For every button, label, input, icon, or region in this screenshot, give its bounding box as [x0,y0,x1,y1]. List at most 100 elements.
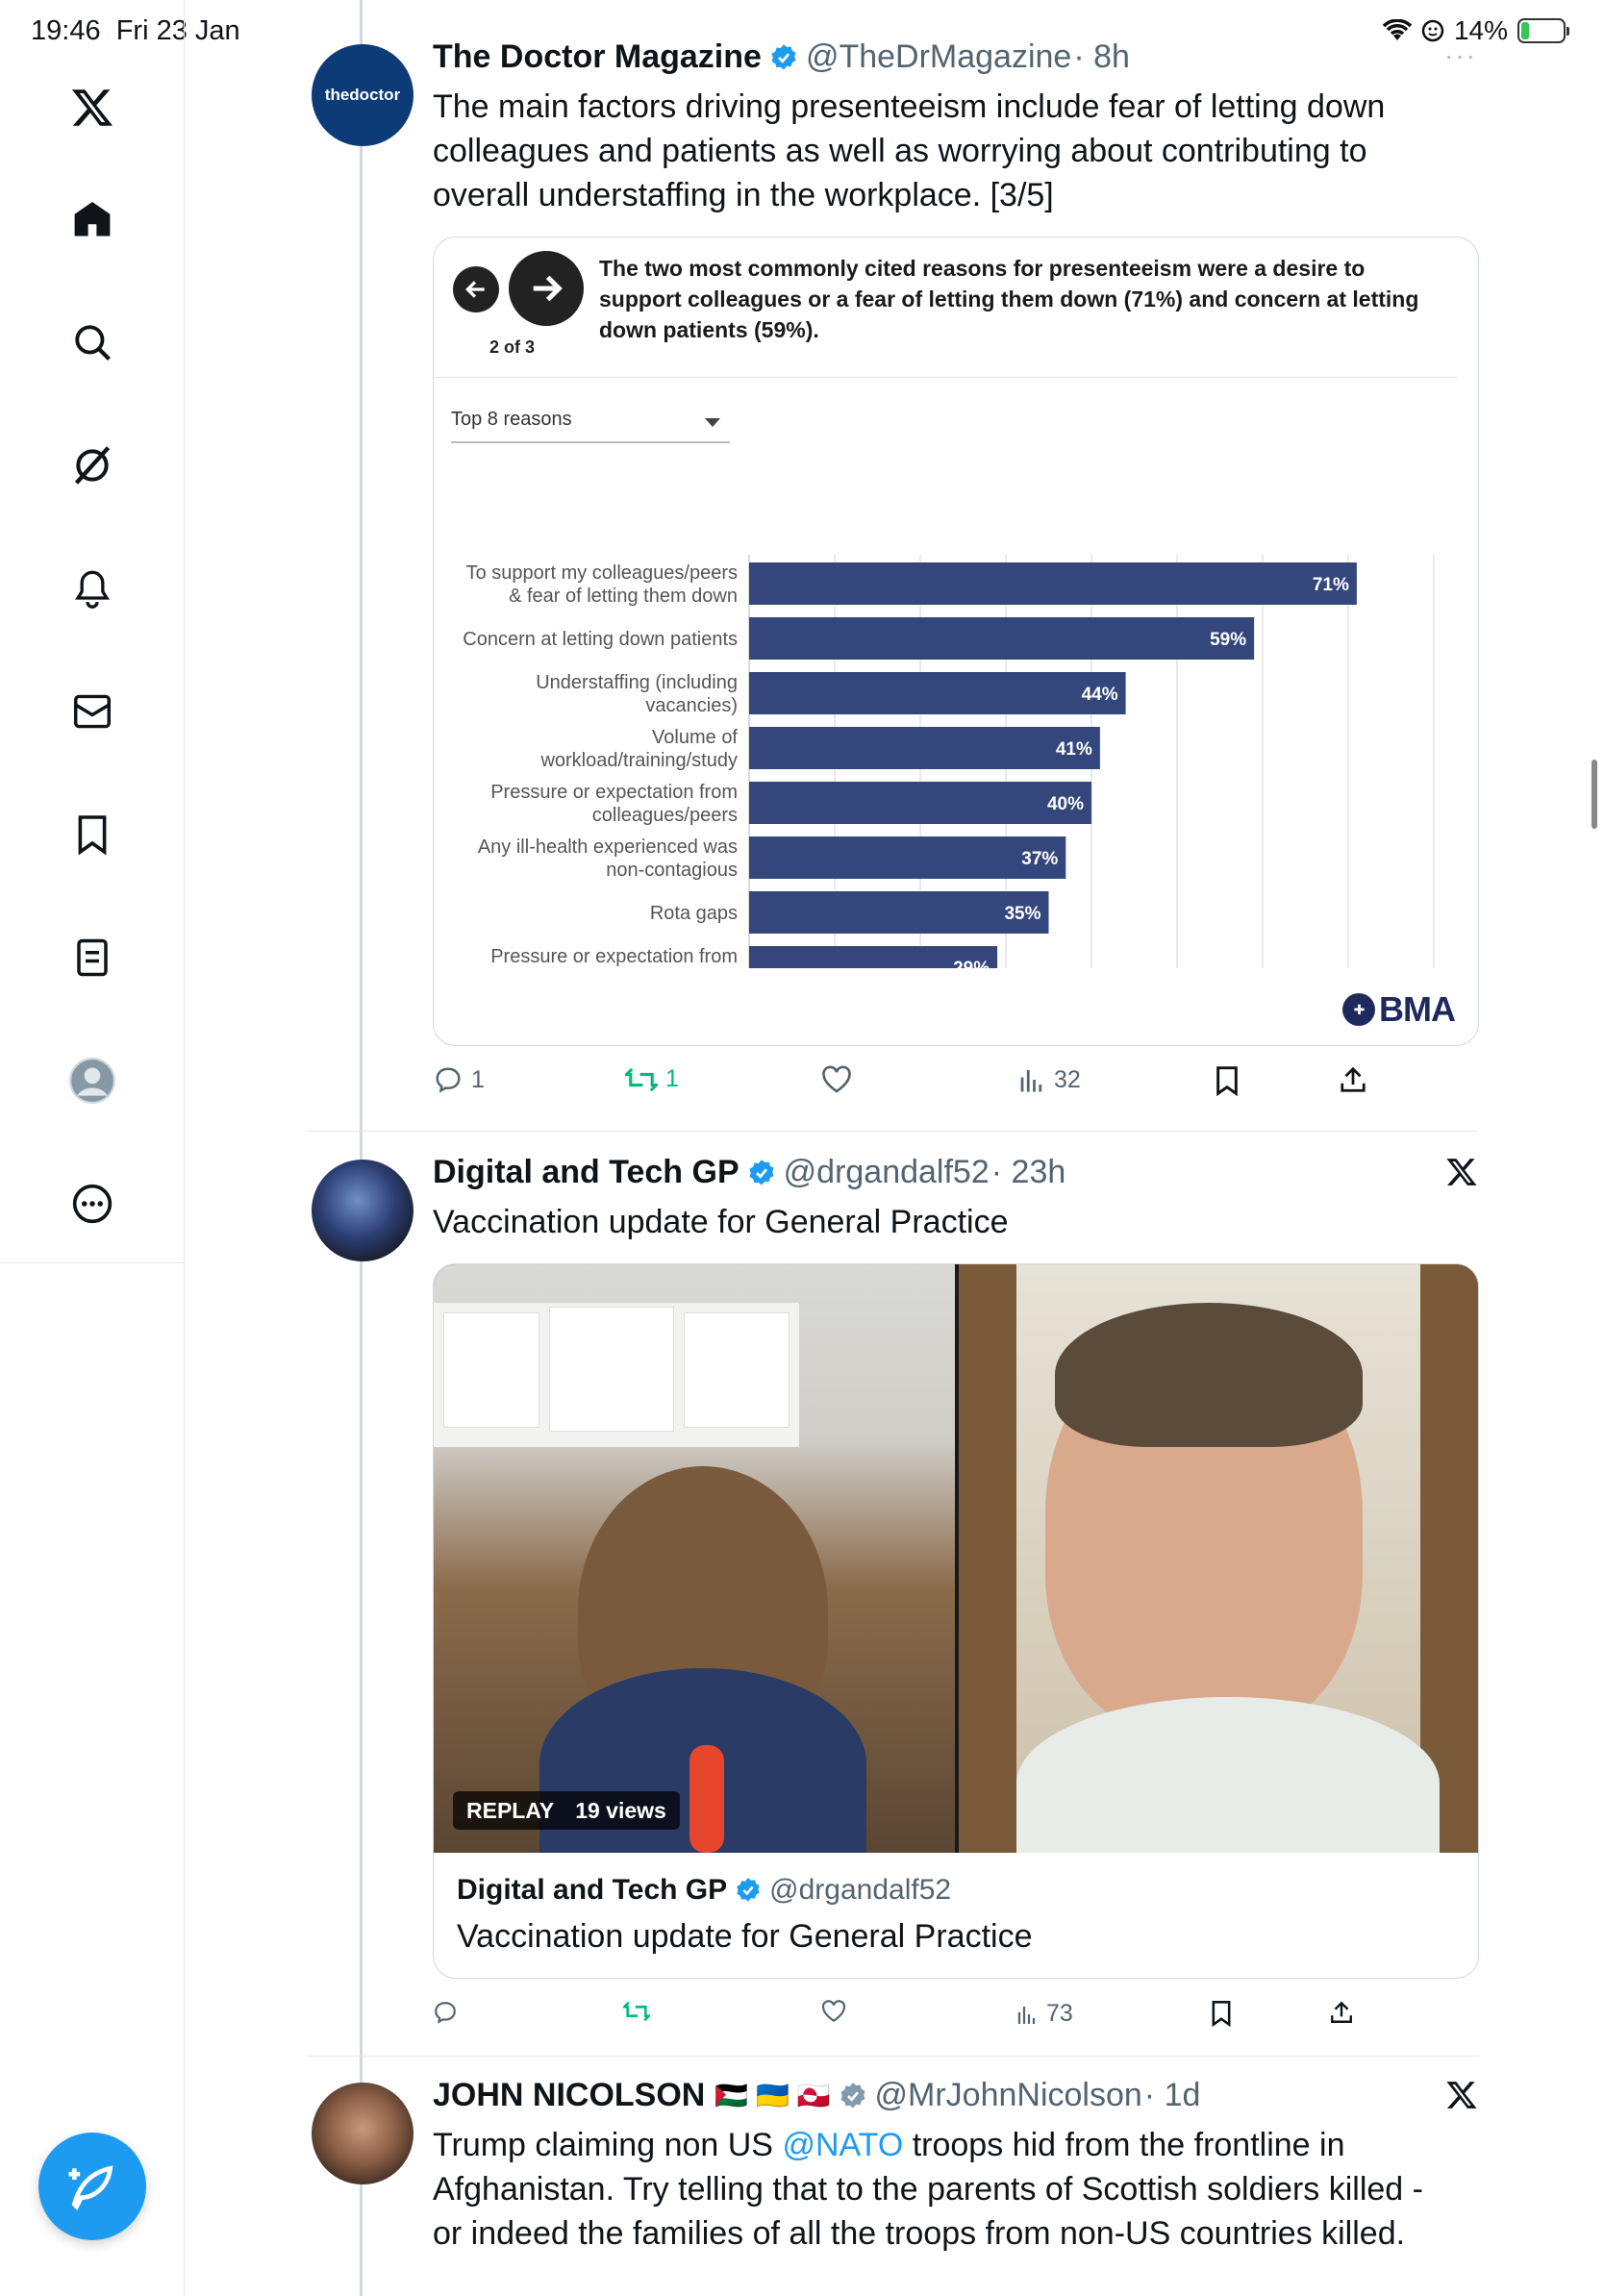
microphone [689,1745,724,1853]
share-button[interactable] [1339,1065,1367,1094]
tweet-header: Digital and Tech GP @drgandalf52 · 23h [433,1154,1065,1191]
category-label: vacancies) [645,695,738,716]
search-icon[interactable] [67,317,117,367]
card-author[interactable]: Digital and Tech GP @drgandalf52 [457,1874,951,1907]
tweet-john-nicolson[interactable]: JOHN NICOLSON 🇵🇸 🇺🇦 🇬🇱 @MrJohnNicolson ·… [308,2077,1479,2296]
views-button[interactable]: 73 [1015,2000,1073,2028]
tweet-time[interactable]: · 1d [1144,2077,1201,2114]
video-left-panel [434,1264,955,1853]
avatar-text: thedoctor [324,86,401,104]
bar [749,727,1100,769]
chart-divider [434,377,1457,378]
bookmark-icon [1216,1066,1238,1096]
bookmark-button[interactable] [1210,2000,1233,2027]
more-options-icon[interactable]: ··· [1444,40,1477,71]
category-label: Pressure or expectation from [490,782,738,803]
heart-icon [822,1065,851,1093]
author-name[interactable]: The Doctor Magazine [433,38,762,76]
author-handle[interactable]: @drgandalf52 [784,1154,990,1191]
tweet-digital-tech-gp[interactable]: Digital and Tech GP @drgandalf52 · 23h V… [308,1154,1479,2048]
verified-badge-icon [747,1159,776,1187]
next-arrow-button[interactable] [509,251,584,326]
bar-value-label: 40% [1047,794,1084,814]
category-label: workload/training/study [539,750,738,771]
tweet-actions: 73 [433,2000,1452,2038]
analytics-icon [1017,2006,1036,2024]
share-button[interactable] [1329,2000,1354,2025]
tweet-doctor-magazine[interactable]: thedoctor The Doctor Magazine @TheDrMaga… [308,38,1479,1125]
chart-card[interactable]: 2 of 3 The two most commonly cited reaso… [433,237,1479,1046]
author-handle[interactable]: @TheDrMagazine [806,38,1071,76]
avatar[interactable] [312,1160,414,1261]
video-right-panel [959,1264,1478,1853]
author-name[interactable]: Digital and Tech GP [433,1154,739,1191]
tweet-text-part: Trump claiming non US [433,2127,783,2163]
scroll-indicator[interactable] [1591,760,1597,829]
bookmarks-icon[interactable] [67,810,117,860]
bma-logo-text: BMA [1379,989,1456,1029]
notifications-icon[interactable] [67,563,117,613]
video-player[interactable]: REPLAY 19 views [434,1264,1478,1853]
view-count: 73 [1046,2000,1073,2027]
reply-button[interactable]: 1 [433,1065,485,1094]
repost-icon [623,2001,650,2022]
video-card[interactable]: REPLAY 19 views Digital and Tech GP @drg… [433,1263,1479,1979]
repost-button[interactable] [623,2000,658,2023]
prev-arrow-button[interactable] [453,266,499,312]
category-label: Volume of [652,727,738,748]
repost-icon [625,1067,658,1091]
bar [749,836,1066,879]
more-icon[interactable] [67,1179,117,1229]
category-label: Understaffing (including [536,672,738,693]
category-label: & fear of letting them down [509,586,738,607]
bma-logo: ✚ BMA [1342,989,1456,1030]
arrow-left-icon [465,281,485,298]
grok-icon[interactable] [67,440,117,490]
like-button[interactable] [821,2000,854,2023]
like-button[interactable] [821,1065,860,1094]
replay-label: REPLAY [466,1797,555,1823]
author-handle[interactable]: @MrJohnNicolson [875,2077,1142,2114]
shelf-boxes [434,1303,799,1447]
tweet-time[interactable]: · 8h [1073,38,1130,76]
views-button[interactable]: 32 [1017,1065,1081,1094]
avatar[interactable] [312,2083,414,2184]
avatar[interactable]: thedoctor [312,44,414,146]
reply-count: 1 [471,1065,485,1093]
messages-icon[interactable] [67,686,117,736]
bar [749,617,1255,660]
x-logo-icon[interactable] [1444,1156,1479,1193]
category-label: colleagues/peers [592,805,738,826]
x-logo-icon[interactable] [67,83,117,133]
dropdown-value: Top 8 reasons [451,409,572,430]
tweet-time[interactable]: · 23h [991,1154,1066,1191]
tweet-actions: 1 1 32 [433,1065,1452,1104]
lists-icon[interactable] [67,933,117,983]
home-icon[interactable] [67,194,117,244]
tweet-header: JOHN NICOLSON 🇵🇸 🇺🇦 🇬🇱 @MrJohnNicolson ·… [433,2077,1200,2114]
sidebar [0,0,185,2296]
mention-link[interactable]: @NATO [782,2127,903,2163]
author-name[interactable]: JOHN NICOLSON [433,2077,705,2114]
bar [749,782,1091,824]
battery-icon [1517,18,1569,43]
card-title: Vaccination update for General Practice [457,1918,1033,1955]
x-logo-icon[interactable] [1444,2079,1479,2116]
person-right-hair [1055,1303,1363,1447]
heart-icon [821,2000,846,2023]
tweet-header: The Doctor Magazine @TheDrMagazine · 8h [433,38,1130,76]
tweet-separator [308,2056,1479,2057]
category-label: non-contagious [606,860,738,881]
reply-button[interactable] [433,2000,465,2025]
profile-icon[interactable] [67,1056,117,1106]
repost-button[interactable]: 1 [625,1065,679,1093]
bookmark-button[interactable] [1214,1065,1241,1096]
compose-button[interactable] [38,2133,146,2240]
sidebar-divider [0,1262,185,1263]
bar-value-label: 71% [1313,575,1349,595]
category-label: To support my colleagues/peers [466,562,738,584]
share-icon [1331,2001,1352,2023]
reasons-dropdown[interactable]: Top 8 reasons [451,401,730,443]
view-count: 32 [1054,1065,1081,1093]
bar-value-label: 29% [953,959,990,968]
